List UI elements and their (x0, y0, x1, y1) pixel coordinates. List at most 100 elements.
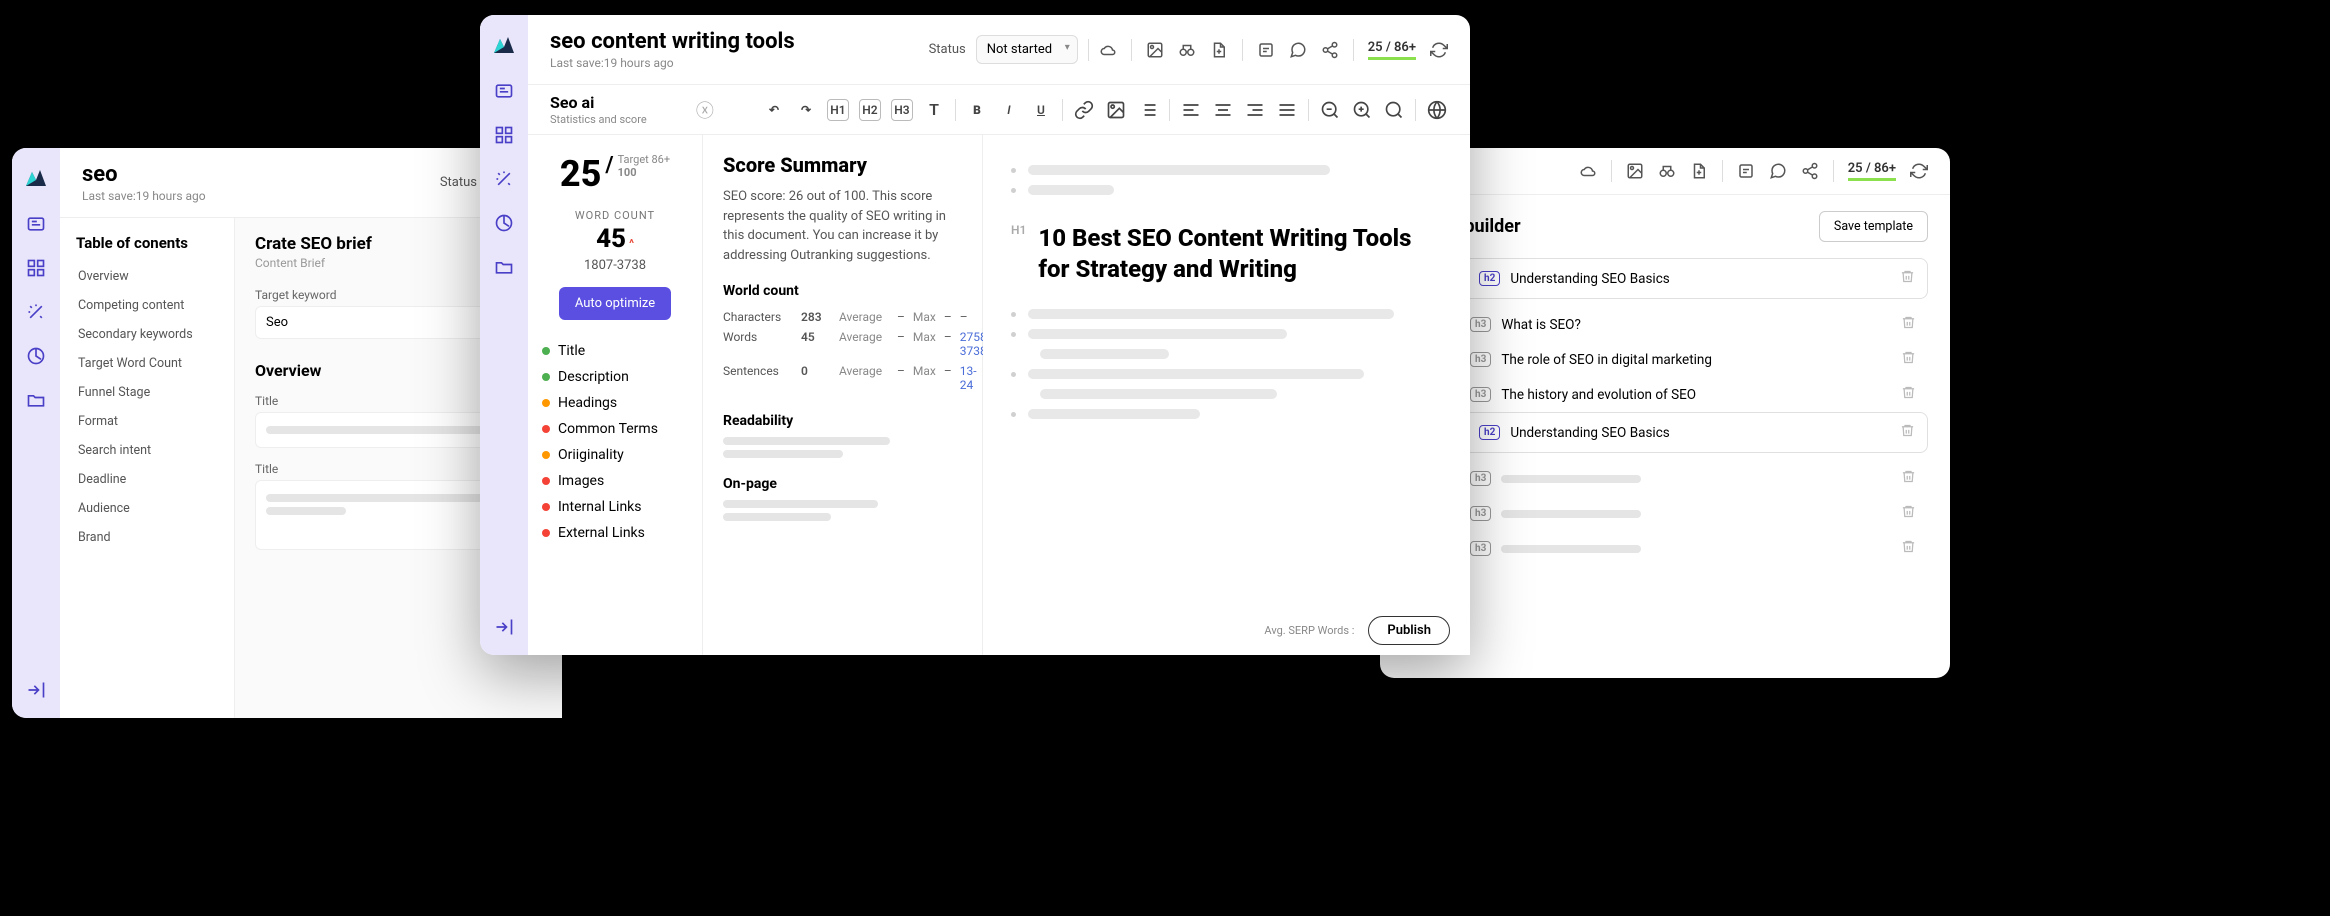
check-item[interactable]: Title (542, 338, 688, 364)
editor-panel[interactable]: H1 10 Best SEO Content Writing Tools for… (983, 135, 1470, 655)
status-select[interactable]: Not started (976, 35, 1078, 64)
underline-button[interactable]: U (1030, 99, 1052, 121)
align-left-icon[interactable] (1180, 99, 1202, 121)
list-icon[interactable] (1137, 99, 1159, 121)
close-icon[interactable]: ⓧ (696, 97, 714, 123)
align-justify-icon[interactable] (1276, 99, 1298, 121)
toc-item[interactable]: Competing content (70, 291, 224, 320)
trash-icon[interactable] (1901, 504, 1916, 523)
grid-icon[interactable] (494, 125, 514, 145)
bold-button[interactable]: B (966, 99, 988, 121)
comment-icon[interactable] (1289, 41, 1307, 59)
text-button[interactable]: T (923, 99, 945, 121)
image-icon[interactable] (1146, 41, 1164, 59)
login-icon[interactable] (494, 617, 514, 637)
check-item[interactable]: Images (542, 468, 688, 494)
stats-title: Seo ai (550, 93, 647, 112)
left-sidebar-rail (12, 148, 60, 718)
divider (1308, 99, 1309, 121)
divider (1242, 39, 1243, 61)
outline-h3-row[interactable]: ⋮⋮h3The role of SEO in digital marketing (1402, 342, 1928, 377)
share-icon[interactable] (1801, 162, 1819, 180)
divider (955, 99, 956, 121)
outline-h3-row[interactable]: ⋮⋮h3 (1402, 461, 1928, 496)
link-icon[interactable] (1073, 99, 1095, 121)
brief-icon[interactable] (26, 214, 46, 234)
trash-icon[interactable] (1900, 269, 1915, 288)
word-count-range: 1807-3738 (542, 258, 688, 273)
redo-icon[interactable]: ↷ (795, 99, 817, 121)
check-item[interactable]: Headings (542, 390, 688, 416)
image-insert-icon[interactable] (1105, 99, 1127, 121)
add-doc-icon[interactable] (1210, 41, 1228, 59)
outline-h3-row[interactable]: ⋮⋮h3The history and evolution of SEO (1402, 377, 1928, 412)
grid-icon[interactable] (26, 258, 46, 278)
toc-item[interactable]: Brand (70, 523, 224, 552)
outline-h3-row[interactable]: ⋮⋮h3What is SEO? (1402, 307, 1928, 342)
chart-icon[interactable] (494, 213, 514, 233)
share-icon[interactable] (1321, 41, 1339, 59)
image-icon[interactable] (1626, 162, 1644, 180)
document-h1[interactable]: 10 Best SEO Content Writing Tools for St… (1038, 223, 1442, 285)
check-item[interactable]: Internal Links (542, 494, 688, 520)
note-icon[interactable] (1737, 162, 1755, 180)
trash-icon[interactable] (1901, 539, 1916, 558)
outline-h2-row[interactable]: ⋮⋮h2Understanding SEO Basics (1402, 258, 1928, 299)
trash-icon[interactable] (1901, 315, 1916, 334)
add-doc-icon[interactable] (1690, 162, 1708, 180)
align-right-icon[interactable] (1244, 99, 1266, 121)
login-icon[interactable] (26, 680, 46, 700)
globe-icon[interactable] (1426, 99, 1448, 121)
toc-item[interactable]: Overview (70, 262, 224, 291)
readability-heading: Readability (723, 413, 962, 429)
magic-icon[interactable] (494, 169, 514, 189)
h2-button[interactable]: H2 (859, 99, 881, 121)
align-center-icon[interactable] (1212, 99, 1234, 121)
toc-item[interactable]: Audience (70, 494, 224, 523)
toc-item[interactable]: Secondary keywords (70, 320, 224, 349)
toc-item[interactable]: Funnel Stage (70, 378, 224, 407)
binoculars-icon[interactable] (1178, 41, 1196, 59)
zoom-reset-icon[interactable] (1383, 99, 1405, 121)
toc-item[interactable]: Search intent (70, 436, 224, 465)
folder-icon[interactable] (26, 390, 46, 410)
trash-icon[interactable] (1901, 350, 1916, 369)
outline-h3-row[interactable]: ⋮⋮h3 (1402, 531, 1928, 566)
toc-item[interactable]: Target Word Count (70, 349, 224, 378)
check-item[interactable]: Description (542, 364, 688, 390)
brief-icon[interactable] (494, 81, 514, 101)
zoom-in-icon[interactable] (1351, 99, 1373, 121)
italic-button[interactable]: I (998, 99, 1020, 121)
toc-item[interactable]: Format (70, 407, 224, 436)
editor-toolbar: ↶ ↷ H1 H2 H3 T B I U (763, 99, 1448, 121)
publish-button[interactable]: Publish (1368, 616, 1450, 645)
refresh-icon[interactable] (1910, 162, 1928, 180)
h3-button[interactable]: H3 (891, 99, 913, 121)
divider (1722, 160, 1723, 182)
trash-icon[interactable] (1900, 423, 1915, 442)
metric-row: Sentences0Average–Max–13-24 (723, 361, 962, 395)
trash-icon[interactable] (1901, 385, 1916, 404)
binoculars-icon[interactable] (1658, 162, 1676, 180)
undo-icon[interactable]: ↶ (763, 99, 785, 121)
table-of-contents: Table of conents OverviewCompeting conte… (60, 218, 235, 718)
check-item[interactable]: Oriiginality (542, 442, 688, 468)
save-template-button[interactable]: Save template (1819, 211, 1928, 242)
refresh-icon[interactable] (1430, 41, 1448, 59)
check-item[interactable]: External Links (542, 520, 688, 546)
outline-h2-row[interactable]: ⋮⋮h2Understanding SEO Basics (1402, 412, 1928, 453)
h1-button[interactable]: H1 (827, 99, 849, 121)
outline-h3-row[interactable]: ⋮⋮h3 (1402, 496, 1928, 531)
magic-icon[interactable] (26, 302, 46, 322)
toc-item[interactable]: Deadline (70, 465, 224, 494)
note-icon[interactable] (1257, 41, 1275, 59)
trash-icon[interactable] (1901, 469, 1916, 488)
zoom-out-icon[interactable] (1319, 99, 1341, 121)
comment-icon[interactable] (1769, 162, 1787, 180)
cloud-icon[interactable] (1099, 41, 1117, 59)
chart-icon[interactable] (26, 346, 46, 366)
folder-icon[interactable] (494, 257, 514, 277)
auto-optimize-button[interactable]: Auto optimize (559, 287, 671, 320)
cloud-icon[interactable] (1579, 162, 1597, 180)
check-item[interactable]: Common Terms (542, 416, 688, 442)
